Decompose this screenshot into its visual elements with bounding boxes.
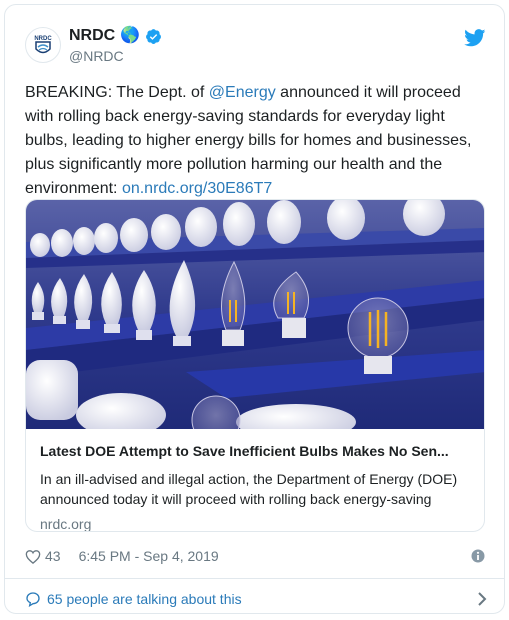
mention-link[interactable]: @Energy [209,84,276,101]
speech-bubble-icon [26,592,40,607]
info-icon[interactable] [471,549,485,563]
card-image[interactable] [26,200,485,429]
card-body[interactable]: Latest DOE Attempt to Save Inefficient B… [26,429,484,532]
tweet-meta: 43 6:45 PM - Sep 4, 2019 [25,546,485,566]
card-domain: nrdc.org [40,516,92,532]
talking-count[interactable]: 65 people are talking about this [47,591,242,607]
card-title[interactable]: Latest DOE Attempt to Save Inefficient B… [40,441,472,461]
display-name[interactable]: NRDC 🌎 [69,27,162,45]
chevron-right-icon[interactable] [477,591,487,607]
tweet-text-part: BREAKING: The Dept. of [25,84,209,101]
heart-icon[interactable] [25,549,41,564]
url-link[interactable]: on.nrdc.org/30E86T7 [122,180,272,197]
divider [5,578,504,579]
link-preview-card[interactable]: Latest DOE Attempt to Save Inefficient B… [25,199,485,532]
twitter-bird-icon[interactable] [464,29,486,47]
timestamp[interactable]: 6:45 PM - Sep 4, 2019 [79,548,219,564]
tweet-card: NRDC NRDC 🌎 @NRDC BREAKING: The Dept. of… [4,4,505,614]
conversation-link[interactable]: 65 people are talking about this [25,588,487,610]
card-description: In an ill-advised and illegal action, th… [40,471,458,507]
like-count[interactable]: 43 [45,548,61,564]
author-name[interactable]: NRDC [69,27,115,45]
svg-text:NRDC: NRDC [34,36,52,42]
verified-badge-icon [146,28,162,44]
nrdc-logo-icon[interactable]: NRDC [25,27,61,63]
globe-icon: 🌎 [120,27,141,44]
author-handle[interactable]: @NRDC [69,48,124,64]
tweet-text: BREAKING: The Dept. of @Energy announced… [25,81,490,201]
